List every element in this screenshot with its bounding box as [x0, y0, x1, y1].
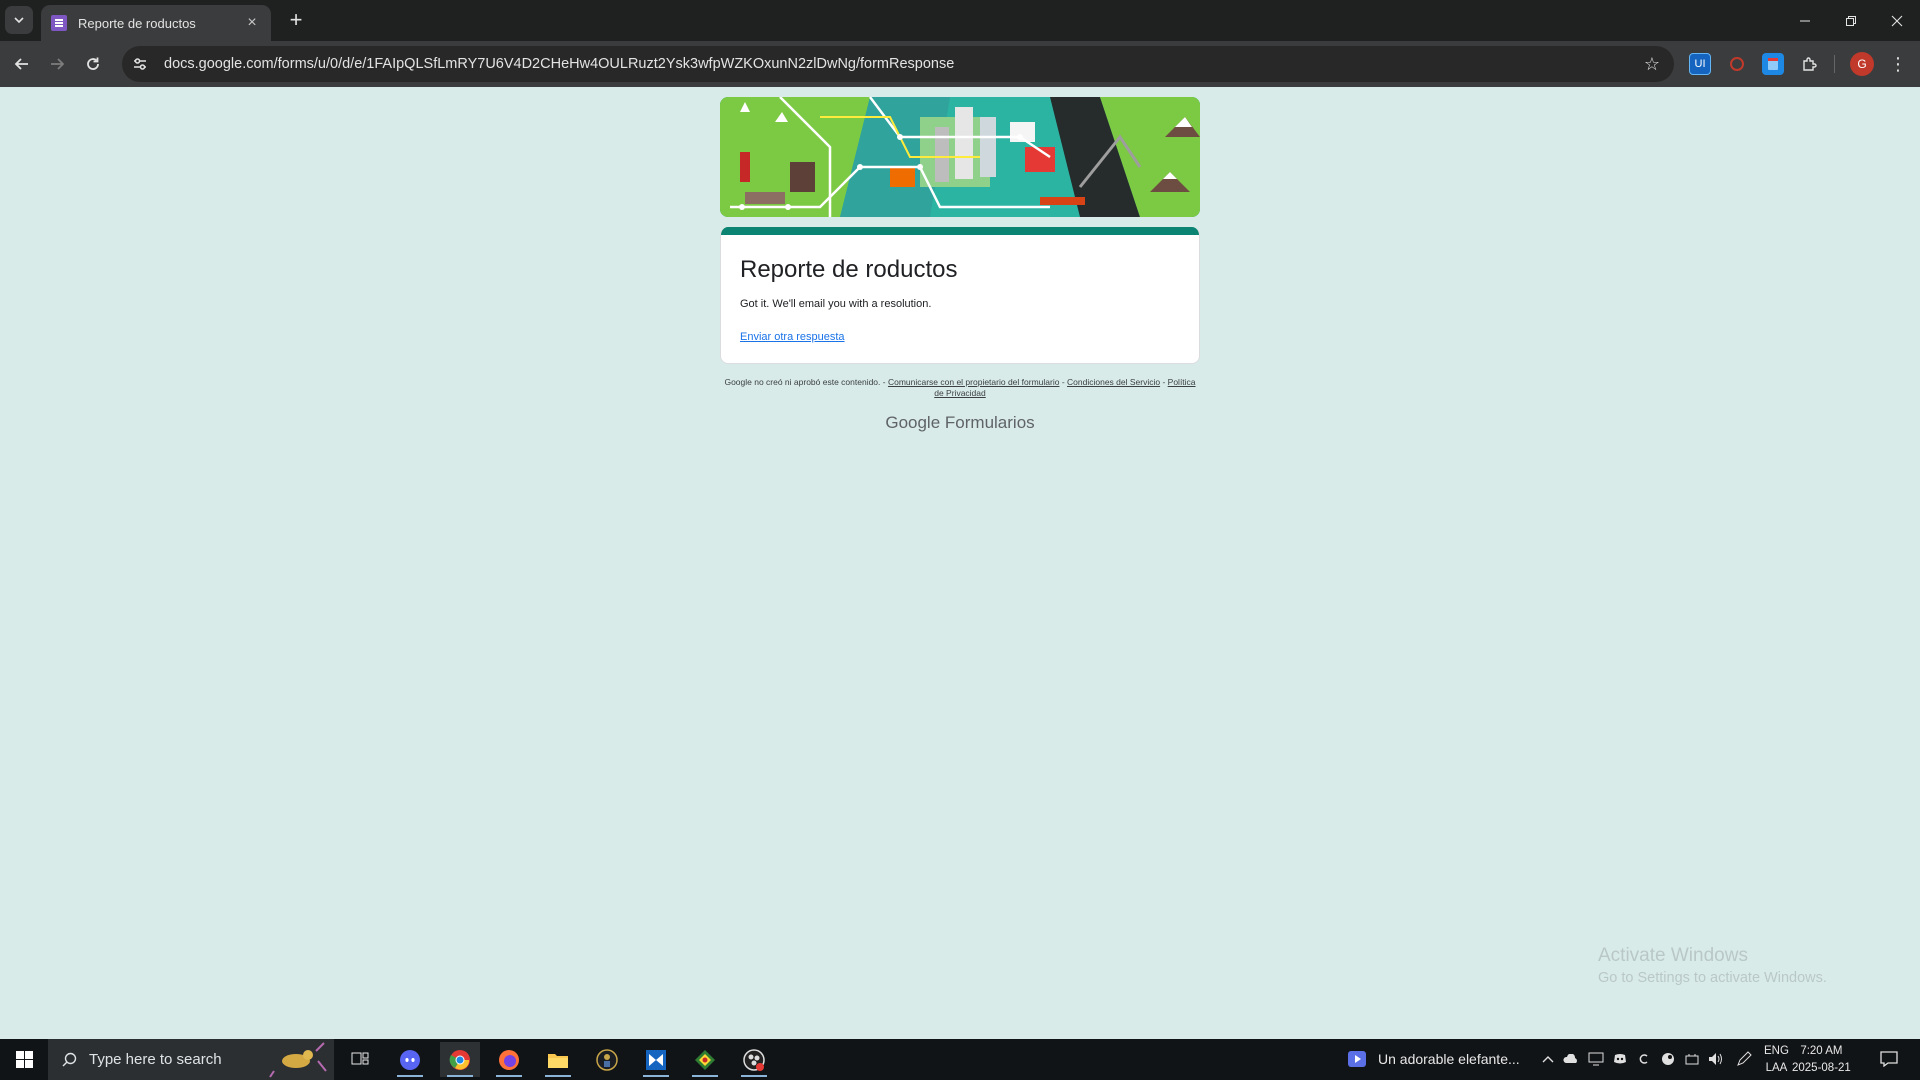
tab-active[interactable]: Reporte de roductos × [41, 5, 271, 41]
taskbar-firefox[interactable] [489, 1042, 529, 1077]
tab-strip: Reporte de roductos × + [0, 0, 1920, 41]
chrome-menu-icon[interactable]: ⋮ [1886, 50, 1910, 78]
taskbar-file-explorer[interactable] [538, 1042, 578, 1077]
extension-translate-icon[interactable]: UI [1689, 53, 1711, 75]
restore-icon [1846, 15, 1856, 26]
form-header-image [720, 97, 1200, 217]
taskbar-discord[interactable] [390, 1042, 430, 1077]
volume-icon[interactable] [1708, 1051, 1724, 1067]
watermark-title: Activate Windows [1598, 945, 1748, 966]
media-play-icon[interactable] [1348, 1051, 1366, 1067]
language-code: ENG [1764, 1045, 1789, 1057]
form-title: Reporte de roductos [740, 256, 958, 283]
terms-link[interactable]: Condiciones del Servicio [1067, 377, 1160, 387]
restore-button[interactable] [1828, 0, 1874, 41]
keyboard-layout: LAA [1765, 1062, 1788, 1074]
puzzle-icon [1803, 57, 1817, 71]
taskbar-obs[interactable] [734, 1042, 774, 1077]
disclaimer: Google no creó ni aprobó este contenido.… [720, 377, 1200, 399]
keyboard-ime-icon[interactable] [1684, 1051, 1700, 1067]
page-content: Reporte de roductos Got it. We'll email … [0, 87, 1920, 1039]
diamond-app-icon [695, 1049, 715, 1070]
app-figure-icon [596, 1048, 618, 1071]
app-tray-icon[interactable] [1636, 1051, 1652, 1067]
url-text[interactable]: docs.google.com/forms/u/0/d/e/1FAIpQLSfL… [164, 56, 1638, 72]
city-illustration [720, 97, 1200, 217]
minimize-icon [1800, 20, 1810, 21]
taskbar-app-figure[interactable] [587, 1042, 627, 1077]
acrobat-icon [1730, 57, 1744, 71]
extensions-button[interactable] [1798, 53, 1820, 75]
confirmation-card: Reporte de roductos Got it. We'll email … [720, 227, 1200, 364]
start-button[interactable] [0, 1039, 48, 1080]
forward-button[interactable] [43, 50, 71, 78]
google-forms-logo[interactable]: Google Formularios [720, 413, 1200, 433]
new-tab-button[interactable]: + [282, 7, 310, 35]
extension-blue-icon[interactable] [1762, 53, 1784, 75]
site-info-button[interactable] [126, 50, 154, 78]
reload-button[interactable] [79, 50, 107, 78]
arrow-left-icon [14, 58, 28, 70]
back-button[interactable] [8, 50, 36, 78]
tab-search-button[interactable] [5, 6, 33, 34]
notifications-icon[interactable] [1879, 1050, 1899, 1068]
network-icon[interactable] [1588, 1051, 1604, 1067]
disclaimer-separator: - [1059, 377, 1068, 387]
tab-title: Reporte de roductos [78, 15, 196, 31]
confirmation-message: Got it. We'll email you with a resolutio… [740, 298, 932, 310]
windows-taskbar: Type here to search Un adorable elefante… [0, 1039, 1920, 1080]
close-icon [1891, 15, 1903, 26]
clock-date: 2025-08-21 [1792, 1062, 1851, 1074]
firefox-icon [499, 1049, 519, 1070]
pen-icon[interactable] [1736, 1051, 1752, 1067]
media-title[interactable]: Un adorable elefante... [1378, 1051, 1520, 1067]
watermark-subtitle: Go to Settings to activate Windows. [1598, 970, 1827, 986]
show-hidden-icons-chevron-up-icon[interactable] [1540, 1051, 1556, 1067]
clock-time: 7:20 AM [1800, 1045, 1843, 1057]
windows-logo-icon [15, 1051, 33, 1068]
discord-icon [400, 1049, 420, 1070]
task-view-icon [351, 1052, 369, 1064]
obs-icon [743, 1048, 765, 1071]
search-placeholder: Type here to search [89, 1051, 222, 1068]
tab-close-button[interactable]: × [243, 14, 261, 32]
submit-another-response-link[interactable]: Enviar otra respuesta [740, 331, 845, 343]
address-bar[interactable]: docs.google.com/forms/u/0/d/e/1FAIpQLSfL… [122, 46, 1674, 82]
activate-windows-watermark: Activate Windows Go to Settings to activ… [1598, 945, 1827, 986]
arrow-right-icon [51, 58, 65, 70]
chrome-icon [449, 1049, 470, 1070]
extension-red-icon[interactable] [1726, 53, 1748, 75]
taskbar-app-diamond[interactable] [685, 1042, 725, 1077]
contact-owner-link[interactable]: Comunicarse con el propietario del formu… [888, 377, 1060, 387]
cup-icon [1768, 58, 1778, 70]
steam-icon[interactable] [1660, 1051, 1676, 1067]
onedrive-cloud-icon[interactable] [1563, 1051, 1579, 1067]
toolbar-divider [1834, 55, 1835, 73]
bowtie-app-icon [646, 1049, 666, 1070]
chevron-down-icon [14, 17, 24, 24]
search-highlight-bird-icon [269, 1042, 327, 1078]
bookmark-star-icon[interactable]: ☆ [1638, 54, 1666, 75]
google-forms-icon [51, 15, 67, 31]
brand-google: Google [885, 413, 941, 432]
taskbar-chrome[interactable] [440, 1042, 480, 1077]
card-accent-bar [721, 227, 1199, 235]
search-icon [62, 1052, 77, 1067]
disclaimer-text: Google no creó ni aprobó este contenido.… [724, 377, 888, 387]
tune-icon [134, 58, 146, 70]
clock[interactable]: 7:20 AM 2025-08-21 [1792, 1043, 1851, 1077]
disclaimer-separator: - [1160, 377, 1168, 387]
profile-avatar[interactable]: G [1850, 52, 1874, 76]
discord-tray-icon[interactable] [1612, 1051, 1628, 1067]
language-indicator[interactable]: ENG LAA [1764, 1043, 1789, 1077]
taskbar-search[interactable]: Type here to search [48, 1039, 334, 1080]
task-view-button[interactable] [340, 1042, 380, 1077]
taskbar-app-bowtie[interactable] [636, 1042, 676, 1077]
folder-icon [548, 1053, 568, 1068]
reload-icon [87, 57, 99, 70]
browser-toolbar: docs.google.com/forms/u/0/d/e/1FAIpQLSfL… [0, 41, 1920, 87]
brand-product: Formularios [944, 413, 1035, 432]
minimize-button[interactable] [1782, 0, 1828, 41]
close-window-button[interactable] [1874, 0, 1920, 41]
